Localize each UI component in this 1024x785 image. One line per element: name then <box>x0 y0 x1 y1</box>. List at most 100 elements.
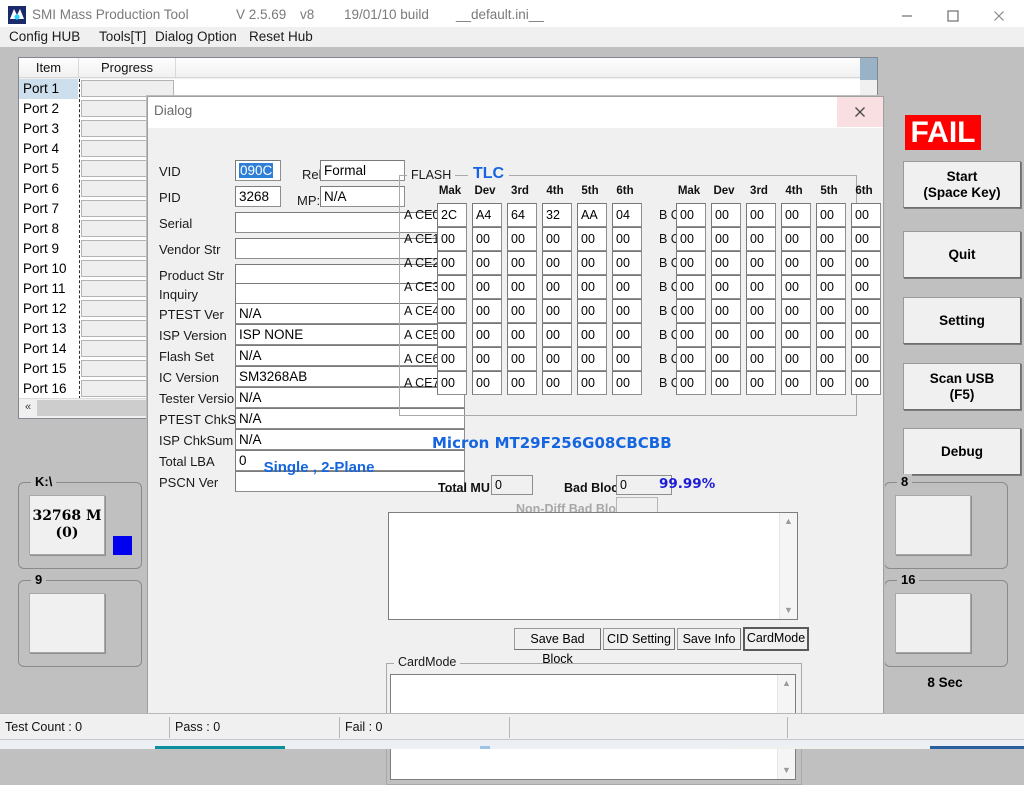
flash-id-cell[interactable]: 00 <box>711 299 741 323</box>
flash-id-cell[interactable]: 00 <box>816 251 846 275</box>
flash-id-cell[interactable]: 00 <box>437 227 467 251</box>
flash-id-cell[interactable]: 00 <box>437 323 467 347</box>
column-header-blank[interactable] <box>176 58 877 78</box>
flash-id-cell[interactable]: 32 <box>542 203 572 227</box>
flash-id-cell[interactable]: 00 <box>507 299 537 323</box>
flash-id-cell[interactable]: 00 <box>437 371 467 395</box>
device-slot-8-box[interactable] <box>895 495 971 555</box>
flash-id-cell[interactable]: 00 <box>507 227 537 251</box>
flash-id-cell[interactable]: 00 <box>577 299 607 323</box>
setting-button[interactable]: Setting <box>903 297 1021 344</box>
flash-id-cell[interactable]: 00 <box>472 227 502 251</box>
flash-id-cell[interactable]: 00 <box>851 347 881 371</box>
flash-id-cell[interactable]: 00 <box>711 251 741 275</box>
menu-item-reset-hub[interactable]: Reset Hub <box>246 28 316 45</box>
flash-id-cell[interactable]: 00 <box>676 371 706 395</box>
flash-id-cell[interactable]: 00 <box>676 227 706 251</box>
flash-id-cell[interactable]: 00 <box>577 251 607 275</box>
flash-id-cell[interactable]: 00 <box>851 371 881 395</box>
flash-id-cell[interactable]: 00 <box>676 323 706 347</box>
flash-id-cell[interactable]: 00 <box>507 323 537 347</box>
list-vscroll-thumb[interactable] <box>860 58 877 80</box>
flash-id-cell[interactable]: 00 <box>542 371 572 395</box>
flash-id-cell[interactable]: 00 <box>577 347 607 371</box>
flash-id-cell[interactable]: 00 <box>711 347 741 371</box>
flash-id-cell[interactable]: AA <box>577 203 607 227</box>
menu-item-dialog-option[interactable]: Dialog Option <box>152 28 240 45</box>
flash-id-cell[interactable]: 00 <box>472 347 502 371</box>
column-header-progress[interactable]: Progress <box>79 58 176 78</box>
flash-id-cell[interactable]: 00 <box>437 275 467 299</box>
flash-id-cell[interactable]: 00 <box>676 203 706 227</box>
form-field-pid[interactable]: 3268 <box>235 186 281 207</box>
flash-id-cell[interactable]: 00 <box>746 251 776 275</box>
flash-id-cell[interactable]: 00 <box>612 299 642 323</box>
flash-id-cell[interactable]: 00 <box>816 227 846 251</box>
device-slot-k-box[interactable]: 32768 M (0) <box>29 495 105 555</box>
flash-id-cell[interactable]: 00 <box>472 251 502 275</box>
flash-id-cell[interactable]: 00 <box>542 251 572 275</box>
flash-id-cell[interactable]: 00 <box>472 323 502 347</box>
flash-id-cell[interactable]: 00 <box>711 371 741 395</box>
flash-id-cell[interactable]: 2C <box>437 203 467 227</box>
flash-id-cell[interactable]: 00 <box>577 227 607 251</box>
flash-id-cell[interactable]: 00 <box>851 227 881 251</box>
flash-id-cell[interactable]: 04 <box>612 203 642 227</box>
flash-id-cell[interactable]: 00 <box>472 371 502 395</box>
flash-id-cell[interactable]: 00 <box>781 323 811 347</box>
flash-id-cell[interactable]: 00 <box>676 299 706 323</box>
flash-id-cell[interactable]: 00 <box>507 371 537 395</box>
save-bad-block-button[interactable]: Save Bad Block <box>514 628 601 666</box>
chevron-up-icon[interactable]: ▲ <box>778 675 795 692</box>
flash-id-cell[interactable]: 00 <box>612 251 642 275</box>
flash-id-cell[interactable]: 00 <box>746 347 776 371</box>
flash-id-cell[interactable]: 00 <box>746 275 776 299</box>
flash-id-cell[interactable]: 00 <box>612 323 642 347</box>
flash-id-cell[interactable]: 00 <box>542 347 572 371</box>
flash-id-cell[interactable]: 00 <box>437 299 467 323</box>
flash-id-cell[interactable]: 00 <box>472 299 502 323</box>
flash-id-cell[interactable]: 00 <box>711 323 741 347</box>
flash-id-cell[interactable]: 00 <box>746 299 776 323</box>
form-field-isp-chksum[interactable]: N/A <box>235 429 465 450</box>
flash-id-cell[interactable]: 00 <box>746 203 776 227</box>
flash-id-cell[interactable]: 00 <box>676 275 706 299</box>
mp-field[interactable]: N/A <box>320 186 405 207</box>
flash-id-cell[interactable]: 00 <box>816 323 846 347</box>
flash-id-cell[interactable]: 00 <box>781 371 811 395</box>
device-slot-9-box[interactable] <box>29 593 105 653</box>
save-info-button[interactable]: Save Info <box>677 628 741 650</box>
flash-id-cell[interactable]: 00 <box>676 251 706 275</box>
flash-id-cell[interactable]: 00 <box>816 299 846 323</box>
flash-id-cell[interactable]: 00 <box>437 347 467 371</box>
menu-item-tools[interactable]: Tools[T] <box>96 28 149 45</box>
column-header-item[interactable]: Item <box>19 58 79 78</box>
quit-button[interactable]: Quit <box>903 231 1021 278</box>
flash-id-cell[interactable]: 00 <box>851 323 881 347</box>
flash-id-cell[interactable]: A4 <box>472 203 502 227</box>
flash-id-cell[interactable]: 00 <box>676 347 706 371</box>
flash-id-cell[interactable]: 00 <box>746 323 776 347</box>
flash-id-cell[interactable]: 00 <box>711 203 741 227</box>
flash-id-cell[interactable]: 00 <box>781 227 811 251</box>
flash-id-cell[interactable]: 00 <box>542 275 572 299</box>
flash-id-cell[interactable]: 00 <box>577 275 607 299</box>
flash-id-cell[interactable]: 00 <box>781 251 811 275</box>
flash-id-cell[interactable]: 00 <box>577 371 607 395</box>
scroll-left-icon[interactable]: « <box>19 399 37 417</box>
flash-id-cell[interactable]: 00 <box>746 227 776 251</box>
flash-id-cell[interactable]: 00 <box>612 347 642 371</box>
scan-usb-button[interactable]: Scan USB (F5) <box>903 363 1021 410</box>
flash-id-cell[interactable]: 64 <box>507 203 537 227</box>
flash-id-cell[interactable]: 00 <box>781 299 811 323</box>
flash-id-cell[interactable]: 00 <box>781 275 811 299</box>
cardmode-button[interactable]: CardMode <box>743 627 809 651</box>
flash-id-cell[interactable]: 00 <box>851 275 881 299</box>
log-vertical-scrollbar[interactable]: ▲ ▼ <box>779 513 797 619</box>
flash-id-cell[interactable]: 00 <box>851 203 881 227</box>
flash-id-cell[interactable]: 00 <box>612 371 642 395</box>
debug-button[interactable]: Debug <box>903 428 1021 475</box>
flash-id-cell[interactable]: 00 <box>781 203 811 227</box>
chevron-down-icon[interactable]: ▼ <box>780 602 797 619</box>
flash-id-cell[interactable]: 00 <box>816 347 846 371</box>
